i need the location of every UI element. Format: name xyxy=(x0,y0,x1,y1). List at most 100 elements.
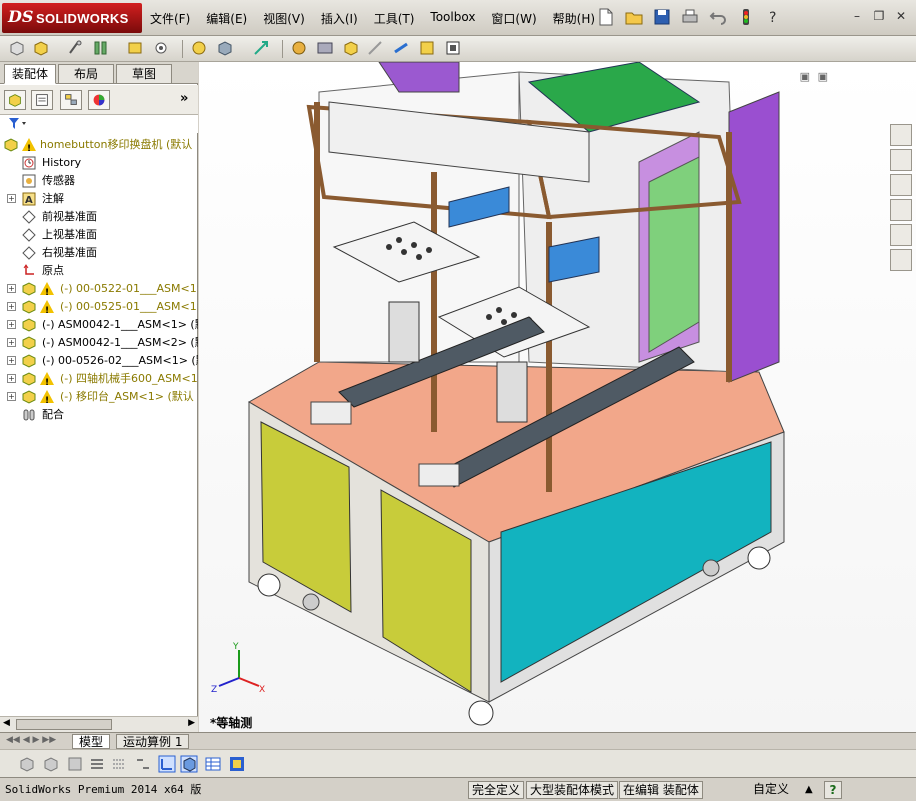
tree-item-origin[interactable]: 原点 xyxy=(0,262,198,280)
tree-item-component[interactable]: + (-) 00-0525-01___ASM<1> xyxy=(0,298,198,320)
menu-view[interactable]: 视图(V) xyxy=(263,10,305,27)
expand-toggle[interactable]: + xyxy=(7,302,16,311)
expand-toggle[interactable]: + xyxy=(7,392,16,401)
file-explorer-icon[interactable] xyxy=(890,174,912,196)
appearances-icon[interactable] xyxy=(890,224,912,246)
assembly-icon xyxy=(4,138,18,152)
expand-toggle[interactable]: + xyxy=(7,284,16,293)
interference-detection-icon[interactable] xyxy=(366,39,384,57)
menu-file[interactable]: 文件(F) xyxy=(150,10,190,27)
grid-icon[interactable] xyxy=(110,755,128,773)
new-document-icon[interactable] xyxy=(596,7,616,27)
smart-fasteners-icon[interactable] xyxy=(92,39,110,57)
tree-item-top-plane[interactable]: 上视基准面 xyxy=(0,226,198,244)
tree-item-component[interactable]: + (-) ASM0042-1___ASM<1> (默 xyxy=(0,316,198,334)
expand-toggle[interactable]: + xyxy=(7,374,16,383)
dimension-icon[interactable] xyxy=(158,755,176,773)
insert-component-icon[interactable] xyxy=(8,39,26,57)
menu-tools[interactable]: 工具(T) xyxy=(374,10,415,27)
tree-item-sensors[interactable]: 传感器 xyxy=(0,172,198,190)
exploded-view-icon[interactable] xyxy=(316,39,334,57)
tree-item-mates[interactable]: 配合 xyxy=(0,406,198,424)
explode-line-sketch-icon[interactable] xyxy=(342,39,360,57)
view-palette-icon[interactable] xyxy=(890,199,912,221)
tab-scroll-icon[interactable]: ◀◀ ◀ ▶ ▶▶ xyxy=(6,735,56,745)
save-icon[interactable] xyxy=(652,7,672,27)
minimize-icon[interactable]: – xyxy=(848,8,866,24)
tree-item-annotations[interactable]: + A 注解 xyxy=(0,190,198,208)
display-style-icon[interactable] xyxy=(180,755,198,773)
assembly-features-icon[interactable] xyxy=(190,39,208,57)
move-component-icon[interactable] xyxy=(126,39,144,57)
graphics-area[interactable]: ▣ ▣ Y X Z *等轴测 xyxy=(199,62,916,732)
menu-toolbox[interactable]: Toolbox xyxy=(430,10,475,27)
configuration-manager-icon[interactable] xyxy=(60,90,82,110)
expand-panel-icon[interactable]: » xyxy=(180,91,188,106)
table-icon[interactable] xyxy=(204,755,222,773)
compare-icon[interactable] xyxy=(134,755,152,773)
custom-properties-icon[interactable] xyxy=(890,249,912,271)
close-icon[interactable]: ✕ xyxy=(892,8,910,24)
tree-item-component[interactable]: + (-) 00-0522-01___ASM<1> xyxy=(0,280,198,302)
expand-toggle[interactable]: + xyxy=(7,194,16,203)
solidworks-resources-icon[interactable] xyxy=(890,124,912,146)
tree-horizontal-scrollbar[interactable]: ◀ ▶ xyxy=(0,716,198,732)
scroll-left-icon[interactable]: ◀ xyxy=(3,718,10,728)
help-icon[interactable]: ? xyxy=(764,7,784,27)
scroll-right-icon[interactable]: ▶ xyxy=(188,718,195,728)
solidworks-logo[interactable]: DS SOLIDWORKS xyxy=(2,3,142,33)
help-status-icon[interactable]: ? xyxy=(824,781,842,799)
instant3d-icon[interactable] xyxy=(444,39,462,57)
expand-toggle[interactable]: + xyxy=(7,356,16,365)
design-library-icon[interactable] xyxy=(890,149,912,171)
rebuild-traffic-light-icon[interactable] xyxy=(736,7,756,27)
expand-toggle[interactable]: + xyxy=(7,338,16,347)
tab-model[interactable]: 模型 xyxy=(72,734,111,749)
status-units[interactable]: 自定义 xyxy=(750,781,792,799)
split-view-alt-icon[interactable]: ▣ xyxy=(818,70,828,83)
units-dropdown-icon[interactable]: ▲ xyxy=(802,781,816,799)
cmd-icon[interactable] xyxy=(66,755,84,773)
tree-item-right-plane[interactable]: 右视基准面 xyxy=(0,244,198,262)
tab-sketch[interactable]: 草图 xyxy=(116,64,172,84)
menu-insert[interactable]: 插入(I) xyxy=(321,10,358,27)
restore-icon[interactable]: ❐ xyxy=(870,8,888,24)
property-manager-icon[interactable] xyxy=(31,90,53,110)
clearance-verification-icon[interactable] xyxy=(392,39,410,57)
print-icon[interactable] xyxy=(680,7,700,27)
display-manager-icon[interactable] xyxy=(88,90,110,110)
show-hidden-icon[interactable] xyxy=(152,39,170,57)
filter-icon[interactable] xyxy=(8,117,30,131)
tree-item-history[interactable]: History xyxy=(0,154,198,172)
bill-of-materials-icon[interactable] xyxy=(290,39,308,57)
tree-item-component[interactable]: + (-) 00-0526-02___ASM<1> (默 xyxy=(0,352,198,370)
open-folder-icon[interactable] xyxy=(624,7,644,27)
reference-geometry-icon[interactable] xyxy=(216,39,234,57)
undo-icon[interactable] xyxy=(708,7,728,27)
assembly-model-render[interactable] xyxy=(199,62,916,732)
hole-alignment-icon[interactable] xyxy=(418,39,436,57)
menu-edit[interactable]: 编辑(E) xyxy=(206,10,247,27)
assembly-icon xyxy=(22,300,36,314)
linear-pattern-icon[interactable] xyxy=(66,39,84,57)
tree-item-component[interactable]: + (-) 移印台_ASM<1> (默认 xyxy=(0,388,198,410)
list-icon[interactable] xyxy=(88,755,106,773)
cmd-icon[interactable] xyxy=(42,755,60,773)
tab-assembly[interactable]: 装配体 xyxy=(4,64,56,84)
cmd-icon[interactable] xyxy=(18,755,36,773)
new-motion-study-icon[interactable] xyxy=(252,39,270,57)
feature-tree-icon[interactable] xyxy=(4,90,26,110)
tab-motion-study[interactable]: 运动算例 1 xyxy=(116,734,190,749)
split-view-icon[interactable]: ▣ xyxy=(800,70,810,83)
tree-item-front-plane[interactable]: 前视基准面 xyxy=(0,208,198,226)
expand-toggle[interactable]: + xyxy=(7,320,16,329)
tree-item-component[interactable]: + (-) ASM0042-1___ASM<2> (默 xyxy=(0,334,198,352)
layers-icon[interactable] xyxy=(228,755,246,773)
menu-help[interactable]: 帮助(H) xyxy=(553,10,595,27)
tree-item-component[interactable]: + (-) 四轴机械手600_ASM<1> xyxy=(0,370,198,392)
mate-icon[interactable] xyxy=(32,39,50,57)
menu-window[interactable]: 窗口(W) xyxy=(491,10,536,27)
tree-item-root-assembly[interactable]: homebutton移印换盘机 (默认 xyxy=(0,136,198,158)
scroll-thumb[interactable] xyxy=(16,719,112,730)
tab-layout[interactable]: 布局 xyxy=(58,64,114,84)
